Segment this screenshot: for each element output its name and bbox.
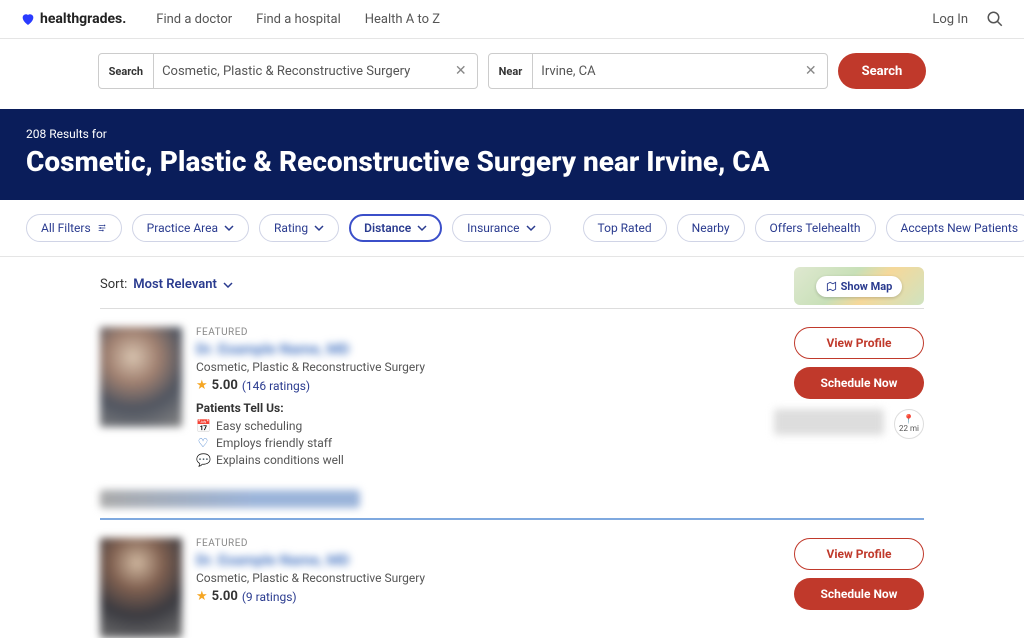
search-icon[interactable] (986, 10, 1004, 28)
results-hero: 208 Results for Cosmetic, Plastic & Reco… (0, 109, 1024, 200)
results-title: Cosmetic, Plastic & Reconstructive Surge… (26, 145, 998, 178)
star-icon: ★ (196, 378, 208, 393)
rating-value: 5.00 (212, 589, 238, 604)
star-icon: ★ (196, 589, 208, 604)
card-actions: View Profile Schedule Now (794, 538, 924, 610)
heart-icon (20, 11, 36, 27)
search-specialty-input[interactable] (154, 64, 445, 79)
rating-count: (9 ratings) (242, 590, 297, 604)
nav-links: Find a doctor Find a hospital Health A t… (156, 12, 440, 27)
calendar-icon: 📅 (196, 419, 210, 433)
search-location-box: Near ✕ (488, 53, 828, 89)
card-actions: View Profile Schedule Now (794, 327, 924, 399)
staff-info-blurred (100, 490, 360, 508)
search-button[interactable]: Search (838, 53, 927, 89)
search-label: Search (99, 54, 154, 88)
filter-distance[interactable]: Distance (349, 214, 442, 242)
map-preview: Show Map (794, 267, 924, 305)
doctor-card: FEATURED Dr. Example Name, MD Cosmetic, … (0, 309, 1024, 484)
doctor-name-link[interactable]: Dr. Example Name, MD (196, 340, 350, 358)
sort-row: Sort: Most Relevant Show Map (0, 257, 1024, 300)
map-icon (826, 281, 837, 292)
chevron-down-icon (526, 223, 536, 233)
distance-badge: 📍22 mi (894, 409, 924, 439)
filter-nearby[interactable]: Nearby (677, 214, 745, 242)
filter-telehealth[interactable]: Offers Telehealth (755, 214, 876, 242)
chevron-down-icon (417, 223, 427, 233)
view-profile-button[interactable]: View Profile (794, 538, 924, 570)
sliders-icon (97, 223, 107, 233)
rating-value: 5.00 (212, 378, 238, 393)
rating-count: (146 ratings) (242, 379, 310, 393)
doctor-photo[interactable] (100, 538, 182, 638)
view-profile-button[interactable]: View Profile (794, 327, 924, 359)
chevron-down-icon (224, 223, 234, 233)
nav-health-az[interactable]: Health A to Z (365, 12, 440, 27)
doctor-name-link[interactable]: Dr. Example Name, MD (196, 551, 350, 569)
show-map-button[interactable]: Show Map (816, 276, 903, 297)
top-header: healthgrades. Find a doctor Find a hospi… (0, 0, 1024, 39)
heart-outline-icon: ♡ (196, 436, 210, 450)
filter-new-patients[interactable]: Accepts New Patients (886, 214, 1024, 242)
doctor-card: FEATURED Dr. Example Name, MD Cosmetic, … (0, 520, 1024, 638)
clear-search-icon[interactable]: ✕ (445, 63, 477, 79)
bullet-staff: ♡Employs friendly staff (196, 436, 924, 450)
sort-dropdown[interactable]: Most Relevant (133, 277, 233, 292)
login-link[interactable]: Log In (932, 12, 968, 27)
clear-location-icon[interactable]: ✕ (795, 63, 827, 79)
nav-find-doctor[interactable]: Find a doctor (156, 12, 232, 27)
search-specialty-box: Search ✕ (98, 53, 478, 89)
doctor-photo[interactable] (100, 327, 182, 427)
search-bar: Search ✕ Near ✕ Search (0, 39, 1024, 109)
pin-icon: 📍 (903, 416, 914, 424)
filter-insurance[interactable]: Insurance (452, 214, 550, 242)
bullet-explains: 💬Explains conditions well (196, 453, 924, 467)
filter-top-rated[interactable]: Top Rated (583, 214, 667, 242)
schedule-now-button[interactable]: Schedule Now (794, 367, 924, 399)
logo-text: healthgrades (40, 11, 122, 27)
filter-practice-area[interactable]: Practice Area (132, 214, 249, 242)
filter-all[interactable]: All Filters (26, 214, 122, 242)
nav-find-hospital[interactable]: Find a hospital (256, 12, 341, 27)
filter-rating[interactable]: Rating (259, 214, 339, 242)
schedule-now-button[interactable]: Schedule Now (794, 578, 924, 610)
chevron-down-icon (223, 282, 233, 288)
sort-label: Sort: (100, 277, 127, 292)
chevron-down-icon (314, 223, 324, 233)
filter-row: All Filters Practice Area Rating Distanc… (0, 200, 1024, 257)
address-blurred (774, 409, 884, 435)
chat-icon: 💬 (196, 453, 210, 467)
results-count: 208 Results for (26, 127, 998, 141)
search-location-input[interactable] (533, 64, 795, 79)
logo[interactable]: healthgrades. (20, 11, 126, 27)
near-label: Near (489, 54, 534, 88)
